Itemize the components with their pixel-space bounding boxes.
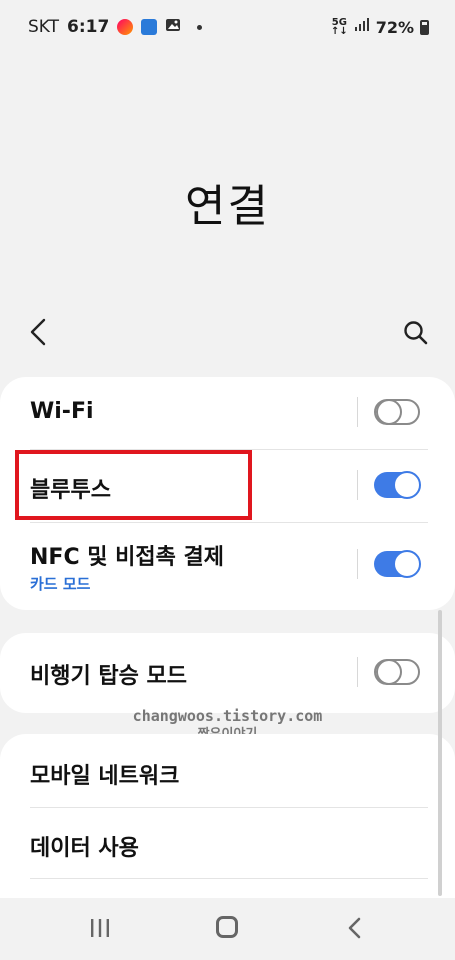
back-arrow-icon <box>348 917 361 939</box>
search-icon <box>404 321 428 345</box>
health-notification-icon <box>117 19 134 35</box>
network-5g-icon: 5G ↑↓ <box>330 18 348 37</box>
data-usage-row[interactable]: 데이터 사용 <box>0 808 455 878</box>
data-usage-label: 데이터 사용 <box>30 836 139 861</box>
status-left: SKT 6:17 <box>28 17 203 38</box>
airplane-row[interactable]: 비행기 탑승 모드 <box>0 633 455 713</box>
toolbar <box>0 308 455 356</box>
signal-icon <box>354 17 370 37</box>
search-button[interactable] <box>401 318 431 348</box>
nfc-toggle[interactable] <box>374 550 421 578</box>
bluetooth-highlight-box <box>15 450 252 520</box>
carrier-label: SKT <box>28 17 60 37</box>
chevron-left-icon <box>30 318 46 346</box>
battery-icon <box>420 19 429 35</box>
gallery-notification-icon <box>165 17 181 38</box>
nfc-mode-sub: 카드 모드 <box>30 575 91 593</box>
list-divider <box>30 878 428 879</box>
battery-percent: 72% <box>375 17 414 37</box>
wifi-label: Wi-Fi <box>30 399 94 424</box>
toggle-knob <box>393 550 421 578</box>
airplane-toggle[interactable] <box>374 659 420 685</box>
clock: 6:17 <box>67 17 110 37</box>
app-notification-icon <box>141 19 158 35</box>
airplane-card: 비행기 탑승 모드 <box>0 633 455 713</box>
airplane-label: 비행기 탑승 모드 <box>30 664 187 689</box>
nav-back-button[interactable] <box>344 916 366 940</box>
more-notifications-icon <box>197 24 203 30</box>
mobile-network-row[interactable]: 모바일 네트워크 <box>0 734 455 807</box>
toggle-knob <box>393 471 421 499</box>
row-divider <box>357 470 358 500</box>
status-right: 5G ↑↓ 72% <box>331 17 429 37</box>
nfc-row[interactable]: NFC 및 비접촉 결제 카드 모드 <box>0 523 455 610</box>
scrollbar[interactable] <box>438 610 442 896</box>
wifi-row[interactable]: Wi-Fi <box>0 377 455 449</box>
status-bar: SKT 6:17 5G ↑↓ 72% <box>0 0 455 54</box>
mobile-network-label: 모바일 네트워크 <box>30 764 180 789</box>
toggle-knob <box>376 659 402 685</box>
connections-screen: SKT 6:17 5G ↑↓ 72% 연결 Wi-Fi 블루투스 NFC 및 비… <box>0 0 455 960</box>
bluetooth-toggle[interactable] <box>374 471 421 499</box>
toggle-knob <box>376 399 402 425</box>
row-divider <box>357 657 358 687</box>
back-button[interactable] <box>26 316 54 348</box>
page-title: 연결 <box>185 181 270 232</box>
recent-apps-button[interactable] <box>88 918 112 938</box>
home-button[interactable] <box>216 916 238 938</box>
nfc-label: NFC 및 비접촉 결제 <box>30 545 225 570</box>
recent-apps-icon <box>91 919 109 937</box>
wifi-toggle[interactable] <box>374 399 420 425</box>
network-data-arrows: ↑↓ <box>330 26 348 37</box>
row-divider <box>357 549 358 579</box>
row-divider <box>357 397 358 427</box>
navigation-bar <box>0 898 455 960</box>
